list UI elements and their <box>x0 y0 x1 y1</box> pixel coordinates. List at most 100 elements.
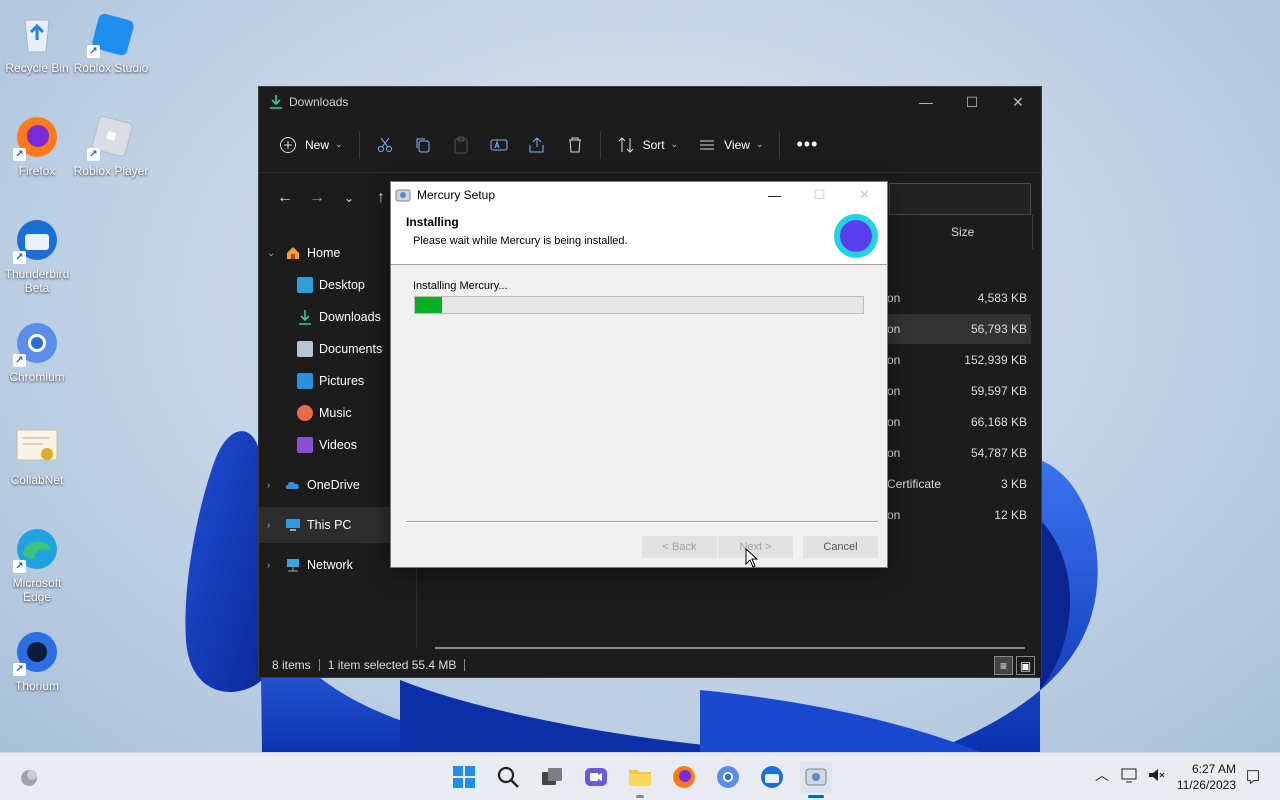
table-row[interactable]: on 4,583 KB <box>879 283 1031 313</box>
desktop-icon-microsoft-edge[interactable]: ↗ Microsoft Edge <box>0 525 75 604</box>
running-indicator <box>636 795 644 798</box>
install-progress-bar <box>414 296 864 314</box>
windows-start-icon <box>453 766 475 788</box>
notifications-icon[interactable] <box>1244 768 1262 786</box>
search-button[interactable] <box>492 761 524 793</box>
cut-button[interactable] <box>366 129 404 161</box>
search-box[interactable] <box>889 183 1031 215</box>
widgets-button[interactable] <box>13 761 45 793</box>
taskbar-chromium[interactable] <box>712 761 744 793</box>
desktop-icon-firefox[interactable]: ↗ Firefox <box>0 113 75 178</box>
teams-chat-button[interactable] <box>580 761 612 793</box>
status-divider <box>464 659 466 671</box>
rename-icon <box>490 139 508 150</box>
taskbar-file-explorer[interactable] <box>624 761 656 798</box>
toolbar-divider <box>779 130 781 159</box>
minimize-button[interactable]: — <box>752 182 797 208</box>
tiles-view-icon[interactable]: ▣ <box>1016 656 1035 675</box>
volume-muted-icon[interactable] <box>1146 765 1166 785</box>
paste-button[interactable] <box>442 129 480 161</box>
file-size: 54,787 KB <box>970 446 1027 460</box>
sidebar-item-desktop[interactable]: Desktop <box>297 277 365 293</box>
sidebar-item-network[interactable]: › Network <box>267 557 353 573</box>
cancel-button[interactable]: Cancel <box>803 536 878 558</box>
desktop-icon-roblox-player[interactable]: ↗ Roblox Player <box>73 113 149 178</box>
start-button[interactable] <box>448 761 480 793</box>
sidebar-item-label: OneDrive <box>307 478 360 492</box>
sidebar-item-label: Music <box>319 406 352 420</box>
chevron-down-icon: ⌄ <box>670 139 679 149</box>
chevron-right-icon[interactable]: › <box>267 520 281 531</box>
shortcut-arrow-icon: ↗ <box>13 560 26 573</box>
desktop-icon-thorium[interactable]: ↗ Thorium <box>0 628 75 693</box>
desktop-icon-recycle-bin[interactable]: Recycle Bin <box>0 10 75 75</box>
column-header-size[interactable]: Size <box>951 225 974 239</box>
show-hidden-icons-chevron-icon[interactable]: ︿ <box>1095 765 1109 785</box>
share-button[interactable] <box>518 129 556 161</box>
table-row[interactable]: on 152,939 KB <box>879 345 1031 375</box>
taskbar-mercury-setup[interactable] <box>800 761 832 798</box>
sidebar-item-documents[interactable]: Documents <box>297 341 382 357</box>
plus-circle-icon <box>280 136 296 153</box>
maximize-button: ☐ <box>813 187 826 202</box>
mercury-setup-dialog[interactable]: Mercury Setup — ☐ ✕ Installing Please wa… <box>390 181 888 568</box>
back-button[interactable]: < Back <box>642 536 717 558</box>
taskbar: ︿ 6:27 AM 11/26/2023 <box>0 752 1280 800</box>
clipboard-icon <box>454 136 468 153</box>
shortcut-arrow-icon: ↗ <box>87 45 100 58</box>
view-button[interactable]: View ⌄ <box>688 129 773 161</box>
copy-button[interactable] <box>404 129 442 161</box>
sidebar-item-home[interactable]: ⌄ Home <box>267 245 340 261</box>
new-button[interactable]: New ⌄ <box>269 129 353 161</box>
explorer-command-bar: New ⌄ Sort ⌄ View ⌄ ••• <box>259 117 1041 173</box>
table-row[interactable]: on 59,597 KB <box>879 376 1031 406</box>
recent-locations-chevron-icon[interactable]: ⌄ <box>333 191 365 205</box>
sidebar-item-videos[interactable]: Videos <box>297 437 357 453</box>
table-row[interactable]: on 66,168 KB <box>879 407 1031 437</box>
setup-title: Mercury Setup <box>417 188 496 202</box>
clock-date: 11/26/2023 <box>1176 778 1236 792</box>
details-view-icon[interactable]: ≡ <box>994 656 1013 675</box>
network-status-icon[interactable] <box>1120 765 1140 785</box>
sort-button[interactable]: Sort ⌄ <box>607 129 689 161</box>
back-arrow-icon[interactable]: ← <box>269 189 301 207</box>
chevron-right-icon[interactable]: › <box>267 560 281 571</box>
active-indicator <box>808 795 824 798</box>
table-row[interactable]: on 54,787 KB <box>879 438 1031 468</box>
table-row[interactable]: on 56,793 KB <box>879 314 1031 344</box>
table-row[interactable]: Certificate 3 KB <box>879 469 1031 499</box>
status-bar: 8 items 1 item selected 55.4 MB <box>259 653 1041 677</box>
close-button[interactable]: ✕ <box>995 87 1041 117</box>
chevron-down-icon: ⌄ <box>755 139 764 149</box>
music-icon <box>297 405 313 421</box>
horizontal-scrollbar[interactable] <box>435 647 1025 649</box>
column-divider[interactable] <box>1032 215 1033 249</box>
page-subtitle: Please wait while Mercury is being insta… <box>413 235 628 247</box>
minimize-button[interactable]: — <box>903 87 949 117</box>
home-icon <box>287 247 299 259</box>
more-options-button[interactable]: ••• <box>786 129 828 161</box>
system-clock[interactable]: 6:27 AM 11/26/2023 <box>1177 761 1236 793</box>
desktop-icon-chromium[interactable]: ↗ Chromium <box>0 319 75 384</box>
desktop-icon-roblox-studio[interactable]: ↗ Roblox Studio <box>73 10 149 75</box>
desktop-icon-collabnet[interactable]: CollabNet <box>0 422 75 487</box>
desktop-icon-label: CollabNet <box>10 473 64 487</box>
task-view-button[interactable] <box>536 761 568 793</box>
table-row[interactable]: on 12 KB <box>879 500 1031 530</box>
delete-button[interactable] <box>556 129 594 161</box>
taskbar-firefox[interactable] <box>668 761 700 793</box>
maximize-button[interactable]: ☐ <box>949 87 995 117</box>
close-button: ✕ <box>859 187 870 202</box>
cloud-icon <box>285 481 299 489</box>
chevron-right-icon[interactable]: › <box>267 480 281 491</box>
sidebar-item-downloads[interactable]: Downloads <box>297 309 381 325</box>
desktop-icon-label: Chromium <box>9 370 65 384</box>
desktop-icon-thunderbird-beta[interactable]: ↗ Thunderbird Beta <box>0 216 75 295</box>
forward-arrow-icon[interactable]: → <box>301 189 333 207</box>
sidebar-item-onedrive[interactable]: › OneDrive <box>267 477 360 493</box>
taskbar-thunderbird[interactable] <box>756 761 788 793</box>
chevron-down-icon[interactable]: ⌄ <box>267 248 281 259</box>
sidebar-item-pictures[interactable]: Pictures <box>297 373 364 389</box>
sidebar-item-music[interactable]: Music <box>297 405 352 421</box>
rename-button[interactable] <box>480 129 518 161</box>
